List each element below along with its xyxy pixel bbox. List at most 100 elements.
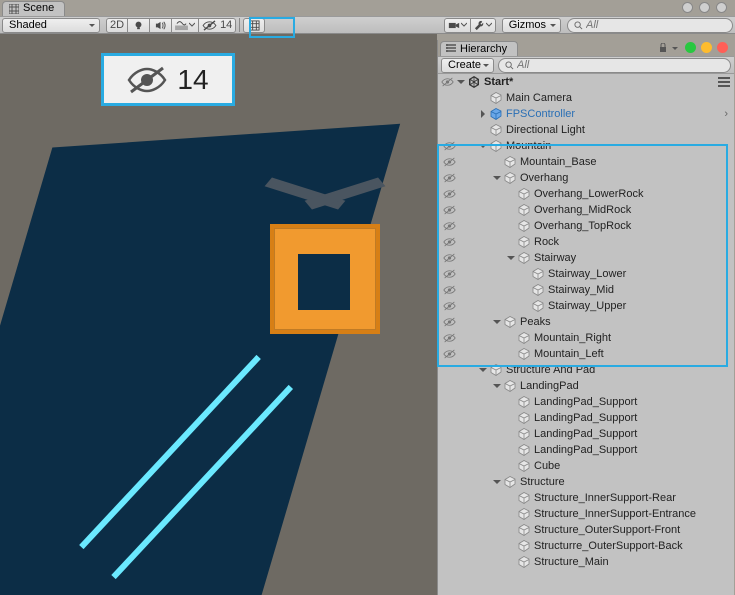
tree-row[interactable]: Overhang_TopRock (438, 218, 734, 234)
gameobject-cube-icon (518, 252, 530, 264)
expand-toggle[interactable] (456, 78, 466, 86)
tree-row[interactable]: Structure_OuterSupport-Front (438, 522, 734, 538)
window-dot[interactable] (716, 2, 727, 13)
visibility-toggle[interactable] (440, 77, 454, 87)
tools-button[interactable] (471, 18, 496, 33)
tree-row[interactable]: Mountain_Right (438, 330, 734, 346)
camera-settings-button[interactable] (444, 18, 471, 33)
tree-row[interactable]: Stairway_Mid (438, 282, 734, 298)
visibility-toggle[interactable] (442, 317, 456, 327)
scene-search-input[interactable] (586, 19, 726, 31)
expand-toggle[interactable] (478, 110, 488, 118)
scene-view[interactable] (0, 34, 437, 595)
visibility-toggle[interactable] (442, 221, 456, 231)
shading-mode-dropdown[interactable]: Shaded (2, 18, 100, 33)
gizmo-grid-toggle[interactable] (243, 18, 265, 33)
tree-row-label: FPSController (506, 108, 575, 120)
expand-toggle[interactable] (478, 366, 488, 374)
tree-row[interactable]: LandingPad_Support (438, 426, 734, 442)
window-dot[interactable] (699, 2, 710, 13)
hierarchy-tree[interactable]: Start* Main Camera FPSController › Directio… (438, 74, 734, 595)
2d-toggle[interactable]: 2D (106, 18, 128, 33)
visibility-toggle[interactable] (442, 333, 456, 343)
context-menu-icon[interactable] (718, 77, 730, 87)
create-dropdown[interactable]: Create (441, 58, 494, 73)
tree-row[interactable]: Structure (438, 474, 734, 490)
visibility-toggle[interactable] (442, 237, 456, 247)
expand-toggle[interactable] (478, 142, 488, 150)
visibility-toggle[interactable] (442, 285, 456, 295)
hierarchy-search-input[interactable] (517, 59, 647, 71)
tree-row[interactable]: Overhang (438, 170, 734, 186)
tree-row[interactable]: Structurre_OuterSupport-Back (438, 538, 734, 554)
tree-row[interactable]: LandingPad_Support (438, 410, 734, 426)
visibility-toggle[interactable] (442, 205, 456, 215)
visibility-toggle[interactable] (442, 157, 456, 167)
scene-search[interactable] (567, 18, 733, 33)
visibility-toggle[interactable] (442, 349, 456, 359)
tree-row-label: Peaks (520, 316, 551, 328)
window-dot[interactable] (682, 2, 693, 13)
hidden-objects-button[interactable]: 14 (199, 18, 236, 33)
expand-toggle[interactable] (492, 318, 502, 326)
tree-row[interactable]: Overhang_LowerRock (438, 186, 734, 202)
hierarchy-context-buttons (658, 43, 678, 53)
tree-row[interactable]: Structure_InnerSupport-Entrance (438, 506, 734, 522)
tree-row[interactable]: Stairway_Lower (438, 266, 734, 282)
visibility-toggle[interactable] (442, 173, 456, 183)
scene-toolbar: Shaded 2D 14 Gizmos (0, 16, 735, 34)
tree-row-label: Mountain_Left (534, 348, 604, 360)
tree-row[interactable]: Stairway_Upper (438, 298, 734, 314)
tree-row-label: Overhang_TopRock (534, 220, 631, 232)
chevron-right-icon[interactable]: › (724, 108, 728, 120)
tree-row[interactable]: Main Camera (438, 90, 734, 106)
chevron-down-icon[interactable] (672, 47, 678, 53)
window-close-dot[interactable] (717, 42, 728, 53)
tree-row[interactable]: Mountain_Base (438, 154, 734, 170)
visibility-toggle[interactable] (442, 141, 456, 151)
tree-row[interactable]: Structure_Main (438, 554, 734, 570)
hierarchy-tab[interactable]: Hierarchy (440, 41, 518, 56)
expand-toggle[interactable] (492, 382, 502, 390)
lock-icon[interactable] (658, 43, 668, 53)
search-icon (505, 61, 514, 70)
tree-row[interactable]: LandingPad_Support (438, 442, 734, 458)
tree-row[interactable]: LandingPad (438, 378, 734, 394)
tree-row[interactable]: Stairway (438, 250, 734, 266)
tree-row[interactable]: Mountain (438, 138, 734, 154)
tree-row-label: Directional Light (506, 124, 585, 136)
tree-row[interactable]: Directional Light (438, 122, 734, 138)
visibility-toggle[interactable] (442, 301, 456, 311)
gizmos-dropdown[interactable]: Gizmos (502, 18, 561, 33)
tree-row-scene-root[interactable]: Start* (438, 74, 734, 90)
tree-row[interactable]: Structure And Pad (438, 362, 734, 378)
gameobject-cube-icon (518, 236, 530, 248)
visibility-toggle[interactable] (442, 253, 456, 263)
expand-toggle[interactable] (506, 254, 516, 262)
lighting-toggle[interactable] (128, 18, 150, 33)
tree-row[interactable]: FPSController › (438, 106, 734, 122)
audio-toggle[interactable] (150, 18, 172, 33)
visibility-toggle[interactable] (442, 189, 456, 199)
gameobject-cube-icon (518, 444, 530, 456)
expand-toggle[interactable] (492, 174, 502, 182)
tree-row-label: Start* (484, 76, 513, 88)
scene-tab[interactable]: Scene (2, 1, 65, 16)
tree-row[interactable]: Mountain_Left (438, 346, 734, 362)
tree-row[interactable]: Rock (438, 234, 734, 250)
tree-row[interactable]: Peaks (438, 314, 734, 330)
expand-toggle[interactable] (492, 478, 502, 486)
hierarchy-search[interactable] (498, 58, 731, 73)
fx-toggle[interactable] (172, 18, 199, 33)
tree-row[interactable]: Structure_InnerSupport-Rear (438, 490, 734, 506)
scene-geometry (298, 254, 350, 310)
window-maximize-dot[interactable] (685, 42, 696, 53)
tree-row[interactable]: LandingPad_Support (438, 394, 734, 410)
visibility-toggle[interactable] (442, 269, 456, 279)
prefab-cube-icon (490, 108, 502, 120)
window-minimize-dot[interactable] (701, 42, 712, 53)
tree-row[interactable]: Overhang_MidRock (438, 202, 734, 218)
callout-zoom: 14 (101, 53, 235, 106)
tree-row[interactable]: Cube (438, 458, 734, 474)
tree-row-label: Mountain_Base (520, 156, 596, 168)
